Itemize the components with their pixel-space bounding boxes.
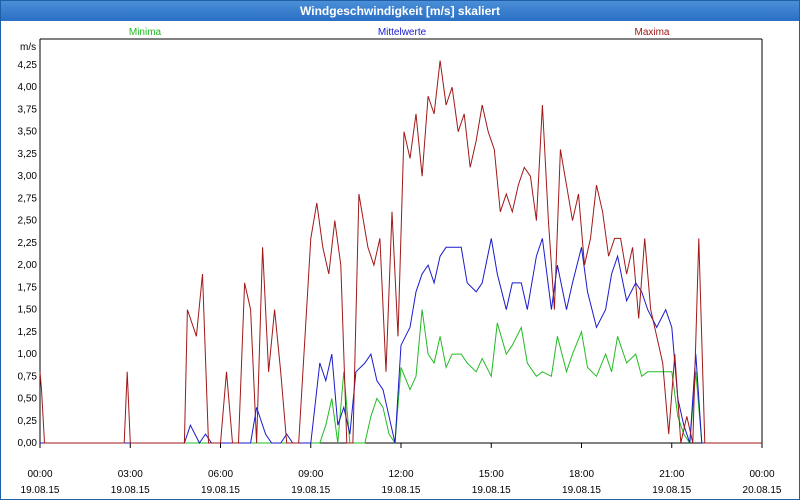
- x-tick-date: 19.08.15: [562, 485, 601, 496]
- x-tick-time: 09:00: [298, 469, 323, 480]
- y-axis-unit: m/s: [20, 42, 36, 53]
- y-tick-label: 2,00: [18, 260, 38, 271]
- x-tick-date: 19.08.15: [111, 485, 150, 496]
- x-tick-date: 19.08.15: [291, 485, 330, 496]
- y-tick-labels: 0,00 0,25 0,50 0,75 1,00 1,25 1,50 1,75 2,00 2,25…: [18, 60, 38, 449]
- x-tick-time: 18:00: [569, 469, 594, 480]
- y-tick-label: 3,00: [18, 171, 38, 182]
- x-tick-labels: 00:00 19.08.15 03:00 19.08.15 06:00 19.08.15 0…: [21, 469, 782, 496]
- y-tick-label: 1,25: [18, 327, 38, 338]
- x-tick-date: 19.08.15: [382, 485, 421, 496]
- y-tick-label: 2,75: [18, 193, 38, 204]
- x-tick-time: 15:00: [479, 469, 504, 480]
- x-tick-time: 00:00: [749, 469, 774, 480]
- y-tick-label: 1,00: [18, 349, 38, 360]
- x-tick-date: 19.08.15: [21, 485, 60, 496]
- y-tick-label: 0,75: [18, 371, 38, 382]
- x-tick-date: 19.08.15: [201, 485, 240, 496]
- y-tick-label: 0,25: [18, 416, 38, 427]
- legend-item-mittelwerte: Mittelwerte: [378, 27, 427, 38]
- y-tick-label: 3,75: [18, 104, 38, 115]
- y-tick-label: 2,50: [18, 216, 38, 227]
- x-tick-time: 03:00: [118, 469, 143, 480]
- x-tick-time: 21:00: [659, 469, 684, 480]
- y-tick-label: 4,00: [18, 82, 38, 93]
- legend-item-minima: Minima: [129, 27, 162, 38]
- y-tick-label: 0,50: [18, 394, 38, 405]
- legend-item-maxima: Maxima: [634, 27, 669, 38]
- y-tick-label: 2,25: [18, 238, 38, 249]
- x-tick-date: 20.08.15: [743, 485, 782, 496]
- y-tick-label: 1,50: [18, 305, 38, 316]
- x-tick-time: 00:00: [27, 469, 52, 480]
- y-tick-label: 4,25: [18, 60, 38, 71]
- x-tick-time: 06:00: [208, 469, 233, 480]
- y-tick-label: 0,00: [18, 438, 38, 449]
- x-tick-time: 12:00: [388, 469, 413, 480]
- y-tick-label: 1,75: [18, 282, 38, 293]
- legend: Minima Mittelwerte Maxima: [129, 27, 670, 38]
- y-tick-label: 3,25: [18, 149, 38, 160]
- chart-plot: 0,00 0,25 0,50 0,75 1,00 1,25 1,50 1,75 2,00 2,25…: [18, 27, 782, 496]
- x-tick-date: 19.08.15: [652, 485, 691, 496]
- x-tick-date: 19.08.15: [472, 485, 511, 496]
- y-tick-label: 3,50: [18, 127, 38, 138]
